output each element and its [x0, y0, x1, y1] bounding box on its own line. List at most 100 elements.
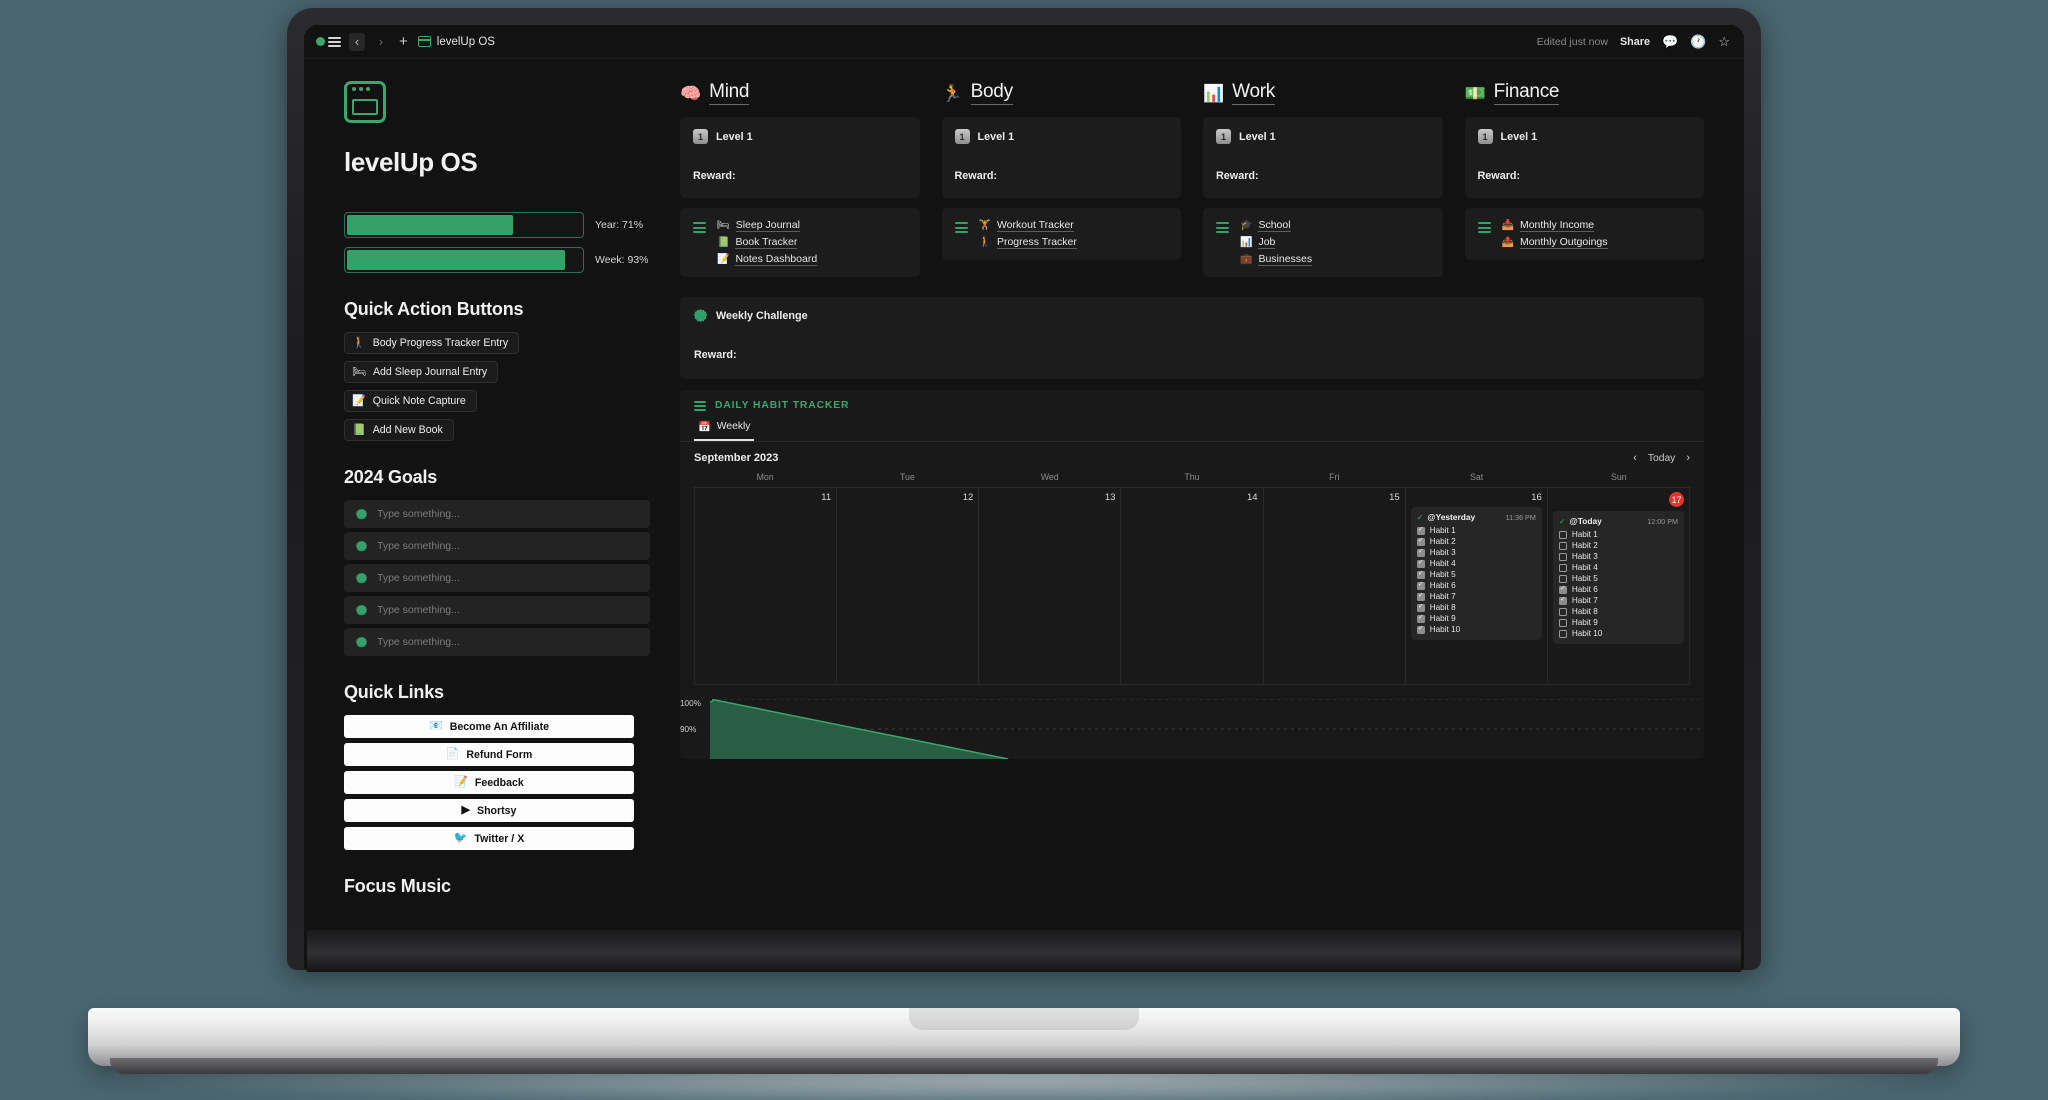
habit-checkbox-row[interactable]: Habit 4	[1558, 562, 1678, 573]
habit-checkbox-row[interactable]: Habit 1	[1416, 525, 1536, 536]
habit-entry-card[interactable]: ✓@Yesterday 11:36 PM Habit 1 Habit 2 Habit 3…	[1410, 507, 1542, 640]
habit-checkbox-row[interactable]: Habit 6	[1558, 584, 1678, 595]
habit-checkbox[interactable]	[1558, 618, 1567, 627]
quick-action-button[interactable]: 🚶 Body Progress Tracker Entry	[344, 332, 520, 354]
category-level-card[interactable]: 1 Level 1 Reward:	[1203, 117, 1443, 198]
habit-checkbox[interactable]	[1558, 607, 1567, 616]
category-link[interactable]: 🏋 Workout Tracker	[979, 219, 1077, 232]
category-link[interactable]: 🎓 School	[1240, 219, 1312, 232]
habit-checkbox-row[interactable]: Habit 2	[1558, 540, 1678, 551]
habit-checkbox[interactable]	[1416, 625, 1425, 634]
category-link[interactable]: 🚶 Progress Tracker	[979, 236, 1077, 249]
new-page-button[interactable]: +	[397, 33, 410, 50]
habit-checkbox[interactable]	[1416, 592, 1425, 601]
category-link[interactable]: 📥 Monthly Income	[1502, 219, 1608, 232]
page-canvas[interactable]: levelUp OS Year: 71% Week: 93% Quick Act…	[304, 59, 1744, 970]
drag-handle-icon[interactable]	[1216, 219, 1229, 233]
drag-handle-icon[interactable]	[693, 219, 706, 233]
habit-checkbox-row[interactable]: Habit 10	[1416, 624, 1536, 635]
category-link[interactable]: 📊 Job	[1240, 236, 1312, 249]
quick-action-button[interactable]: 📗 Add New Book	[344, 419, 454, 441]
category-link[interactable]: 📝 Notes Dashboard	[717, 253, 818, 266]
calendar-prev-button[interactable]: ‹	[1633, 452, 1637, 464]
category-link[interactable]: 📤 Monthly Outgoings	[1502, 236, 1608, 249]
goal-input-row[interactable]: Type something...	[344, 500, 650, 528]
habit-checkbox-row[interactable]: Habit 3	[1416, 547, 1536, 558]
quick-link-button[interactable]: 🐦 Twitter / X	[344, 827, 634, 850]
habit-checkbox-row[interactable]: Habit 9	[1558, 617, 1678, 628]
category-link[interactable]: 🛏 Sleep Journal	[717, 219, 817, 232]
comment-icon[interactable]: 💬	[1662, 35, 1678, 48]
category-header[interactable]: 🏃 Body	[942, 81, 1182, 105]
category-header[interactable]: 📊 Work	[1203, 81, 1443, 105]
category-link[interactable]: 💼 Businesses	[1240, 253, 1313, 266]
habit-entry-card[interactable]: ✓ @Today 12:00 PM Habit 1 Habit 2 Habit 3 Habi…	[1552, 511, 1684, 644]
calendar-day-cell[interactable]: 12	[837, 488, 980, 685]
habit-checkbox[interactable]	[1416, 559, 1425, 568]
share-button[interactable]: Share	[1620, 36, 1650, 48]
calendar-day-cell[interactable]: 14	[1121, 488, 1264, 685]
habit-checkbox-row[interactable]: Habit 7	[1416, 591, 1536, 602]
habit-checkbox-row[interactable]: Habit 7	[1558, 595, 1678, 606]
calendar-day-cell[interactable]: 17 ✓ @Today 12:00 PM Habit 1 Habit 2 Habit 3 Ha…	[1547, 488, 1690, 685]
back-button[interactable]: ‹	[349, 32, 365, 51]
habit-checkbox-row[interactable]: Habit 3	[1558, 551, 1678, 562]
habit-checkbox[interactable]	[1416, 603, 1425, 612]
calendar-next-button[interactable]: ›	[1686, 452, 1690, 464]
habit-checkbox-row[interactable]: Habit 4	[1416, 558, 1536, 569]
habit-checkbox-row[interactable]: Habit 1	[1558, 529, 1678, 540]
habit-checkbox[interactable]	[1558, 596, 1567, 605]
category-header[interactable]: 🧠 Mind	[680, 81, 920, 105]
habit-checkbox[interactable]	[1558, 530, 1567, 539]
breadcrumb[interactable]: levelUp OS	[417, 36, 495, 48]
goal-input-row[interactable]: Type something...	[344, 596, 650, 624]
category-level-card[interactable]: 1 Level 1 Reward:	[1464, 117, 1704, 198]
habit-checkbox[interactable]	[1558, 629, 1567, 638]
category-level-card[interactable]: 1 Level 1 Reward:	[680, 117, 920, 198]
quick-action-button[interactable]: 🛏 Add Sleep Journal Entry	[344, 361, 499, 383]
habit-checkbox[interactable]	[1416, 548, 1425, 557]
habit-checkbox-row[interactable]: Habit 6	[1416, 580, 1536, 591]
history-icon[interactable]: 🕐	[1690, 35, 1706, 48]
goal-input-row[interactable]: Type something...	[344, 628, 650, 656]
drag-handle-icon[interactable]	[1477, 219, 1491, 233]
quick-action-button[interactable]: 📝 Quick Note Capture	[344, 390, 477, 412]
habit-checkbox-row[interactable]: Habit 8	[1416, 602, 1536, 613]
calendar-day-cell[interactable]: 11	[695, 488, 838, 685]
habit-checkbox-row[interactable]: Habit 9	[1416, 613, 1536, 624]
habit-checkbox[interactable]	[1558, 563, 1567, 572]
quick-link-button[interactable]: ▶ Shortsy	[344, 799, 634, 822]
habit-checkbox[interactable]	[1558, 552, 1567, 561]
habit-checkbox-row[interactable]: Habit 10	[1558, 628, 1678, 639]
habit-checkbox[interactable]	[1416, 570, 1425, 579]
category-link[interactable]: 📗 Book Tracker	[717, 236, 817, 249]
habit-checkbox-row[interactable]: Habit 5	[1416, 569, 1536, 580]
habit-checkbox-row[interactable]: Habit 8	[1558, 606, 1678, 617]
goal-input-row[interactable]: Type something...	[344, 532, 650, 560]
tab-weekly[interactable]: 📅 Weekly	[694, 417, 755, 441]
calendar-day-cell[interactable]: 13	[979, 488, 1122, 685]
weekly-challenge-card[interactable]: Weekly Challenge Reward:	[680, 297, 1704, 379]
category-header[interactable]: 💵 Finance	[1465, 81, 1705, 105]
calendar-today-button[interactable]: Today	[1648, 453, 1675, 464]
quick-link-button[interactable]: 📄 Refund Form	[344, 743, 634, 766]
habit-checkbox[interactable]	[1416, 614, 1425, 623]
quick-link-button[interactable]: 📝 Feedback	[344, 771, 634, 794]
quick-link-button[interactable]: 📧 Become An Affiliate	[344, 715, 634, 738]
habit-checkbox-row[interactable]: Habit 5	[1558, 573, 1678, 584]
habit-checkbox[interactable]	[1416, 526, 1425, 535]
habit-checkbox[interactable]	[1416, 537, 1425, 546]
calendar-day-cell[interactable]: 16 ✓@Yesterday 11:36 PM Habit 1 Habit 2 Habit…	[1405, 488, 1548, 685]
habit-checkbox-row[interactable]: Habit 2	[1416, 536, 1536, 547]
habit-checkbox[interactable]	[1558, 541, 1567, 550]
drag-handle-icon[interactable]	[954, 219, 968, 233]
habit-checkbox[interactable]	[1416, 581, 1425, 590]
forward-button[interactable]: ›	[373, 33, 389, 51]
sidebar-toggle-button[interactable]	[316, 36, 341, 47]
calendar-day-cell[interactable]: 15	[1263, 488, 1406, 685]
habit-checkbox[interactable]	[1558, 585, 1567, 594]
category-level-card[interactable]: 1 Level 1 Reward:	[941, 117, 1181, 198]
habit-checkbox[interactable]	[1558, 574, 1567, 583]
goal-input-row[interactable]: Type something...	[344, 564, 650, 592]
star-icon[interactable]: ☆	[1718, 35, 1730, 48]
